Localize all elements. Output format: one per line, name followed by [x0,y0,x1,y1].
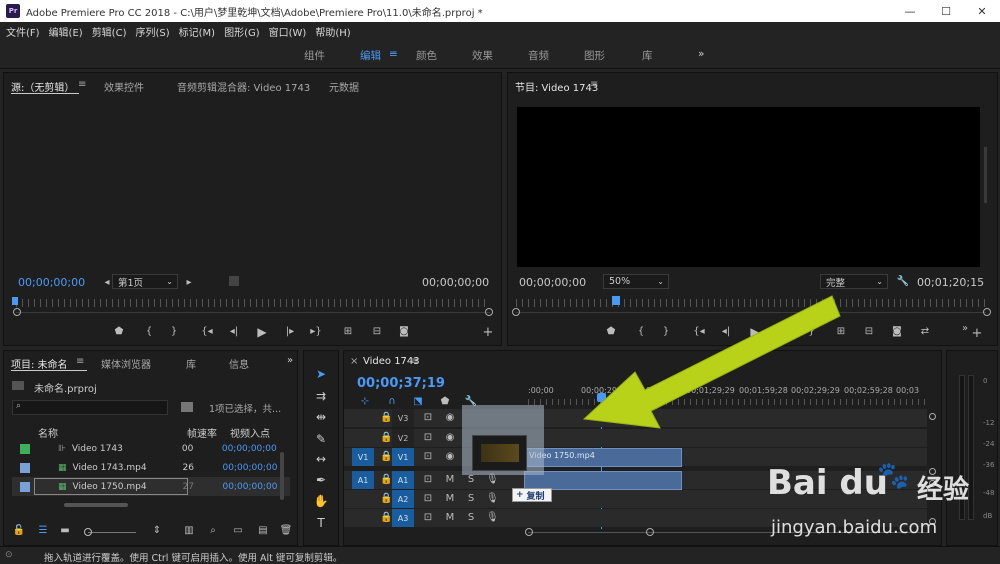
baidu-brand: Bai du [767,463,888,503]
baidu-url: jingyan.baidu.com [771,517,938,538]
paw-icon: 🐾 [877,461,910,491]
arrow-shape [582,295,841,429]
baidu-jingyan: 经验 [917,475,970,505]
baidu-watermark: Bai du 🐾 经验 jingyan.baidu.com [767,459,997,559]
